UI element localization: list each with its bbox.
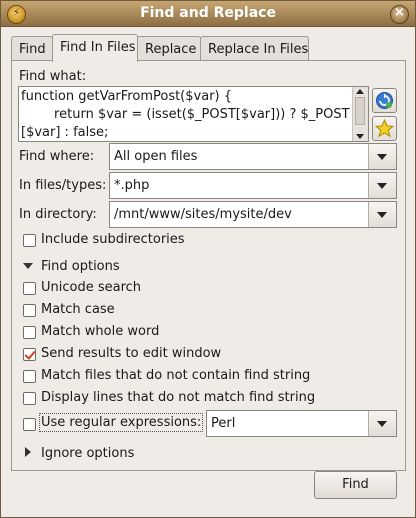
match-whole-word-label[interactable]: Match whole word [41, 324, 159, 339]
match-whole-word-checkbox[interactable] [23, 326, 36, 339]
find-where-dropdown-button[interactable] [368, 144, 396, 169]
match-files-not-containing-checkbox[interactable] [23, 370, 36, 383]
chevron-down-icon [377, 421, 387, 427]
include-subdirectories-label[interactable]: Include subdirectories [41, 232, 185, 247]
unicode-search-checkbox[interactable] [23, 282, 36, 295]
history-button[interactable] [372, 88, 397, 113]
include-subdirectories-checkbox[interactable] [23, 234, 36, 247]
display-nonmatching-lines-label[interactable]: Display lines that do not match find str… [41, 390, 315, 405]
regex-label[interactable]: Use regular expressions: [38, 413, 204, 432]
tab-replace-in-files[interactable]: Replace In Files [200, 36, 309, 60]
find-what-scrollbar[interactable] [352, 87, 368, 141]
close-button[interactable]: × [390, 5, 409, 24]
scroll-up-icon[interactable] [356, 89, 364, 94]
history-refresh-icon [376, 92, 393, 109]
chevron-down-icon [377, 183, 387, 189]
scroll-down-icon[interactable] [356, 134, 364, 139]
regex-engine-dropdown-button[interactable] [368, 411, 396, 436]
match-case-label[interactable]: Match case [41, 302, 115, 317]
window-title: Find and Replace [140, 5, 276, 21]
tab-replace[interactable]: Replace [137, 36, 201, 60]
regex-engine-select[interactable]: Perl [206, 410, 397, 437]
file-types-label: In files/types: [19, 178, 107, 193]
title-bar[interactable]: ⚡ Find and Replace × [1, 1, 415, 27]
find-replace-window: ⚡ Find and Replace × Find Find In Files … [0, 0, 416, 518]
file-types-value: *.php [114, 178, 150, 193]
tab-find-in-files[interactable]: Find In Files [52, 34, 138, 62]
ignore-options-expander-icon[interactable] [25, 447, 31, 457]
find-where-select[interactable]: All open files [109, 143, 397, 170]
unicode-search-label[interactable]: Unicode search [41, 280, 141, 295]
directory-label: In directory: [19, 207, 97, 222]
match-files-not-containing-label[interactable]: Match files that do not contain find str… [41, 368, 310, 383]
find-options-expander-icon[interactable] [23, 263, 33, 269]
tab-find[interactable]: Find [11, 36, 53, 60]
ignore-options-label[interactable]: Ignore options [41, 446, 134, 461]
directory-combo[interactable]: /mnt/www/sites/mysite/dev [109, 201, 397, 228]
scroll-thumb[interactable] [355, 97, 365, 125]
file-types-combo[interactable]: *.php [109, 172, 397, 199]
regex-engine-value: Perl [211, 416, 236, 431]
find-what-label: Find what: [19, 69, 87, 84]
send-results-checkbox[interactable] [23, 348, 36, 361]
chevron-down-icon [377, 212, 387, 218]
bookmark-button[interactable] [372, 116, 397, 141]
find-what-text: function getVarFromPost($var) { return $… [21, 89, 350, 140]
display-nonmatching-lines-checkbox[interactable] [23, 392, 36, 405]
find-where-value: All open files [114, 149, 198, 164]
match-case-checkbox[interactable] [23, 304, 36, 317]
file-types-dropdown-button[interactable] [368, 173, 396, 198]
directory-dropdown-button[interactable] [368, 202, 396, 227]
send-results-label[interactable]: Send results to edit window [41, 346, 221, 361]
regex-checkbox[interactable] [23, 418, 36, 431]
find-where-label: Find where: [19, 149, 95, 164]
directory-value: /mnt/www/sites/mysite/dev [114, 207, 292, 222]
star-icon [374, 118, 395, 138]
chevron-down-icon [377, 154, 387, 160]
find-button[interactable]: Find [314, 471, 397, 499]
close-icon: × [394, 5, 405, 20]
find-what-textarea[interactable]: function getVarFromPost($var) { return $… [18, 86, 369, 142]
find-options-label[interactable]: Find options [41, 259, 120, 274]
